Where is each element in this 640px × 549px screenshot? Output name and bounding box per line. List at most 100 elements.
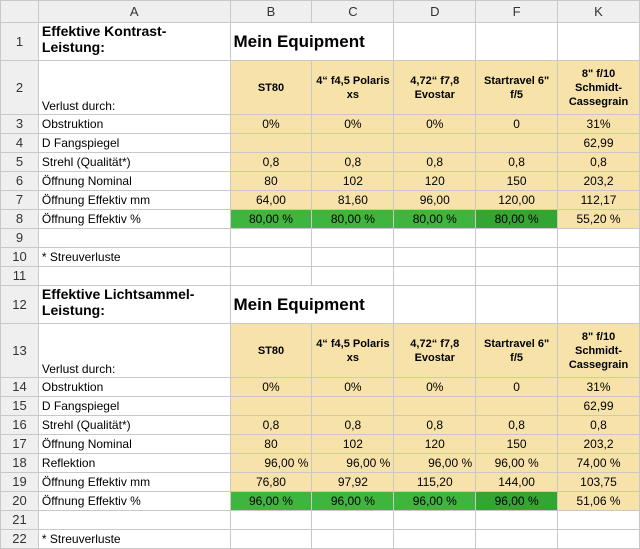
row-header[interactable]: 14 [0, 377, 39, 397]
row-label[interactable]: Öffnung Effektiv mm [37, 472, 231, 492]
equipment-column-header[interactable]: Startravel 6" f/5 [475, 60, 559, 115]
column-header-c[interactable]: C [311, 0, 395, 23]
data-cell[interactable]: 0,8 [311, 152, 395, 172]
cell[interactable] [475, 247, 559, 267]
data-cell[interactable]: 102 [311, 171, 395, 191]
cell[interactable] [311, 510, 395, 530]
column-header-a[interactable]: A [37, 0, 231, 23]
column-header-k[interactable]: K [557, 0, 640, 23]
row-label[interactable]: Öffnung Nominal [37, 171, 231, 191]
data-cell[interactable]: 0,8 [393, 152, 477, 172]
equipment-column-header[interactable]: ST80 [229, 60, 313, 115]
cell[interactable] [229, 529, 313, 549]
row-header[interactable]: 1 [0, 22, 39, 61]
data-cell[interactable]: 76,80 [229, 472, 313, 492]
equipment-column-header[interactable]: ST80 [229, 323, 313, 378]
data-cell[interactable]: 96,00 % [475, 453, 559, 473]
data-cell[interactable]: 0% [393, 377, 477, 397]
column-header-b[interactable]: B [229, 0, 313, 23]
row-header[interactable]: 6 [0, 171, 39, 191]
cell[interactable] [557, 285, 640, 324]
data-cell[interactable]: 80 [229, 434, 313, 454]
cell[interactable] [557, 266, 640, 286]
data-cell[interactable]: 80,00 % [229, 209, 313, 229]
verlust-label[interactable]: Verlust durch: [37, 323, 231, 378]
data-cell[interactable]: 0,8 [229, 415, 313, 435]
data-cell[interactable]: 0% [311, 377, 395, 397]
row-label[interactable]: Obstruktion [37, 377, 231, 397]
verlust-label[interactable]: Verlust durch: [37, 60, 231, 115]
data-cell[interactable]: 0,8 [475, 415, 559, 435]
data-cell[interactable]: 80,00 % [311, 209, 395, 229]
footnote[interactable]: * Streuverluste [37, 529, 231, 549]
cell[interactable] [475, 285, 559, 324]
data-cell[interactable]: 96,00 [393, 190, 477, 210]
footnote[interactable]: * Streuverluste [37, 247, 231, 267]
equipment-heading[interactable]: Mein Equipment [229, 285, 395, 324]
row-header[interactable]: 5 [0, 152, 39, 172]
row-header[interactable]: 20 [0, 491, 39, 511]
equipment-column-header[interactable]: 8" f/10 Schmidt-Cassegrain [557, 323, 640, 378]
data-cell[interactable]: 150 [475, 434, 559, 454]
data-cell[interactable]: 74,00 % [557, 453, 640, 473]
row-header[interactable]: 4 [0, 133, 39, 153]
data-cell[interactable]: 0,8 [311, 415, 395, 435]
equipment-column-header[interactable]: 4“ f4,5 Polaris xs [311, 323, 395, 378]
data-cell[interactable]: 31% [557, 114, 640, 134]
cell[interactable] [229, 247, 313, 267]
cell[interactable] [557, 529, 640, 549]
equipment-column-header[interactable]: 4,72“ f7,8 Evostar [393, 60, 477, 115]
cell[interactable] [37, 228, 231, 248]
cell[interactable] [557, 247, 640, 267]
cell[interactable] [37, 266, 231, 286]
cell[interactable] [311, 529, 395, 549]
row-label[interactable]: D Fangspiegel [37, 396, 231, 416]
row-header[interactable]: 10 [0, 247, 39, 267]
cell[interactable] [37, 510, 231, 530]
data-cell[interactable]: 115,20 [393, 472, 477, 492]
data-cell[interactable] [393, 396, 477, 416]
data-cell[interactable]: 0% [311, 114, 395, 134]
cell[interactable] [475, 22, 559, 61]
data-cell[interactable]: 0 [475, 377, 559, 397]
row-header[interactable]: 11 [0, 266, 39, 286]
row-label[interactable]: Öffnung Effektiv % [37, 491, 231, 511]
cell[interactable] [393, 247, 477, 267]
equipment-heading[interactable]: Mein Equipment [229, 22, 395, 61]
row-header[interactable]: 16 [0, 415, 39, 435]
row-header[interactable]: 8 [0, 209, 39, 229]
data-cell[interactable]: 120,00 [475, 190, 559, 210]
section-title[interactable]: Effektive Kontrast-Leistung: [37, 22, 231, 61]
cell[interactable] [393, 285, 477, 324]
data-cell[interactable]: 120 [393, 171, 477, 191]
data-cell[interactable]: 0,8 [393, 415, 477, 435]
row-label[interactable]: Öffnung Effektiv mm [37, 190, 231, 210]
row-header[interactable]: 19 [0, 472, 39, 492]
data-cell[interactable]: 62,99 [557, 133, 640, 153]
data-cell[interactable]: 81,60 [311, 190, 395, 210]
data-cell[interactable]: 102 [311, 434, 395, 454]
cell[interactable] [475, 529, 559, 549]
data-cell[interactable]: 62,99 [557, 396, 640, 416]
row-header[interactable]: 17 [0, 434, 39, 454]
equipment-column-header[interactable]: Startravel 6" f/5 [475, 323, 559, 378]
data-cell[interactable]: 0,8 [557, 415, 640, 435]
data-cell[interactable]: 31% [557, 377, 640, 397]
data-cell[interactable]: 0% [393, 114, 477, 134]
data-cell[interactable]: 0,8 [557, 152, 640, 172]
row-label[interactable]: Strehl (Qualität*) [37, 415, 231, 435]
row-header[interactable]: 7 [0, 190, 39, 210]
data-cell[interactable]: 0% [229, 377, 313, 397]
column-header-d[interactable]: D [393, 0, 477, 23]
equipment-column-header[interactable]: 4“ f4,5 Polaris xs [311, 60, 395, 115]
cell[interactable] [475, 266, 559, 286]
data-cell[interactable]: 203,2 [557, 171, 640, 191]
data-cell[interactable]: 144,00 [475, 472, 559, 492]
cell[interactable] [311, 247, 395, 267]
row-header[interactable]: 12 [0, 285, 39, 324]
cell[interactable] [229, 266, 313, 286]
data-cell[interactable]: 96,00 % [311, 453, 395, 473]
data-cell[interactable]: 64,00 [229, 190, 313, 210]
data-cell[interactable] [475, 133, 559, 153]
row-label[interactable]: Strehl (Qualität*) [37, 152, 231, 172]
